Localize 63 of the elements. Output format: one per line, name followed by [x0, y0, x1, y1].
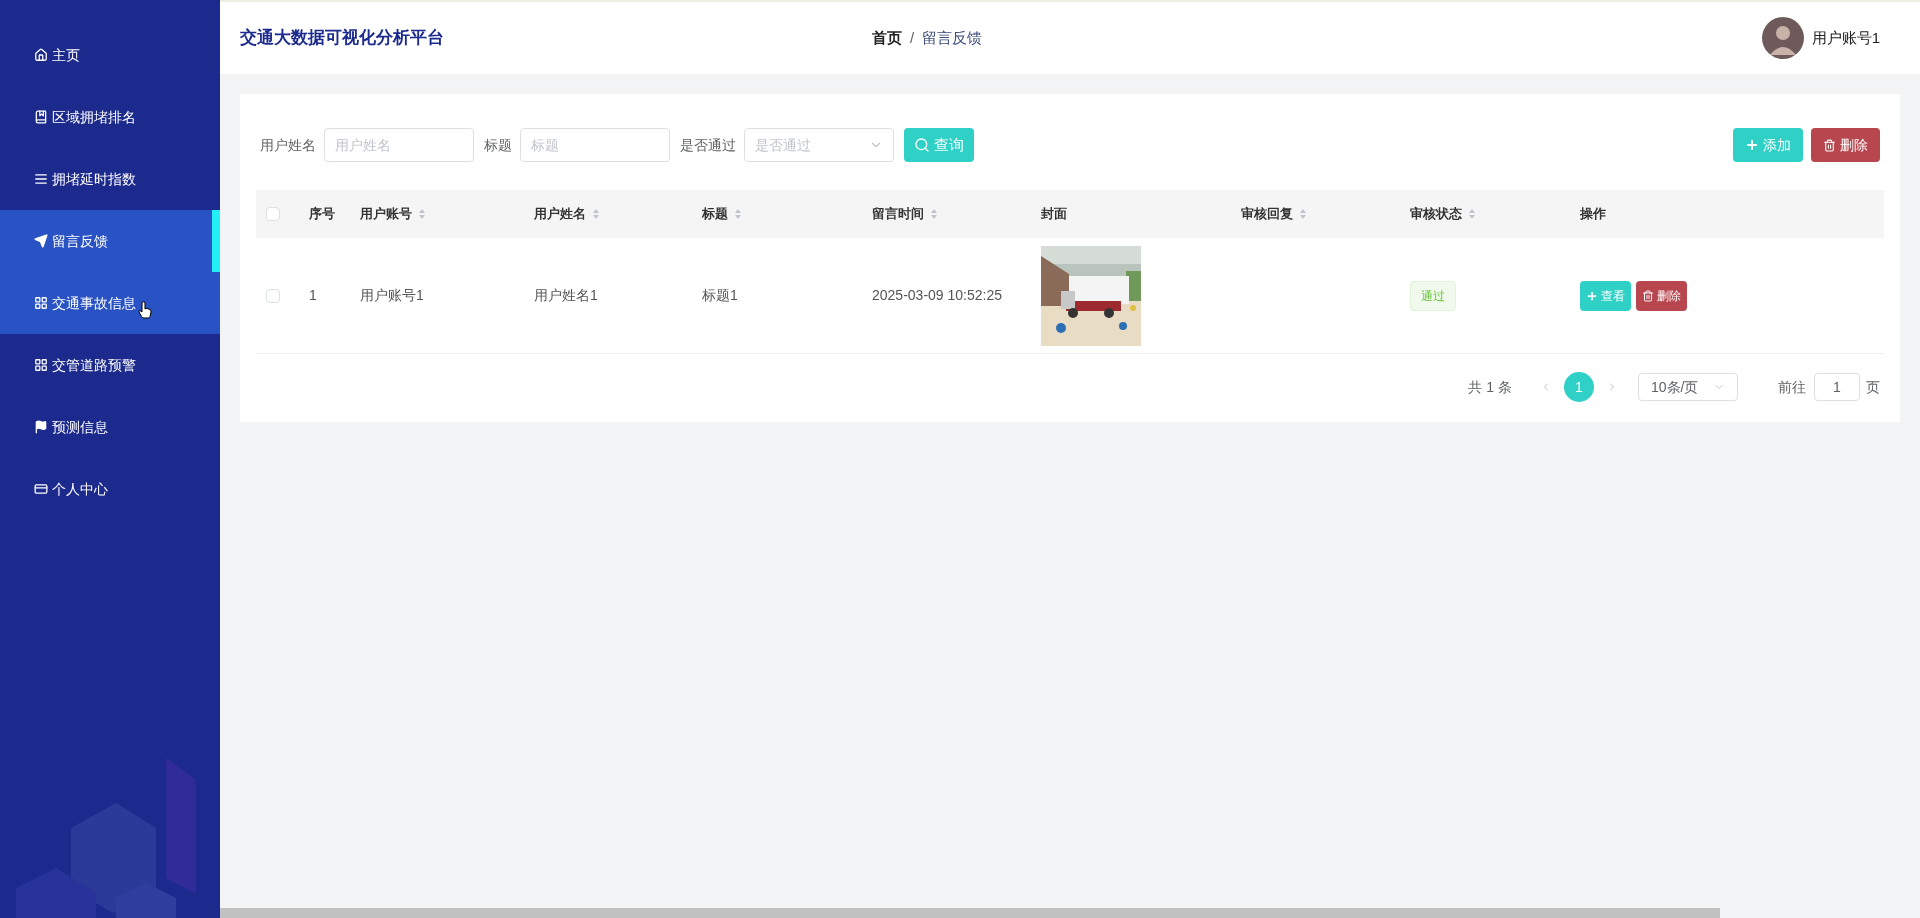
- filter-label: 是否通过: [680, 135, 736, 155]
- checkbox[interactable]: [266, 207, 280, 221]
- menu-item[interactable]: 交通事故信息: [0, 272, 220, 334]
- table-cell: 标题1: [702, 287, 738, 303]
- total-count: 共 1 条: [1468, 377, 1512, 397]
- table-cell: 用户姓名1: [534, 287, 598, 303]
- column-header: 封面: [1041, 205, 1067, 224]
- list-icon: [34, 172, 48, 186]
- column-header: 序号: [309, 205, 335, 224]
- filter-label: 标题: [484, 135, 512, 155]
- flag-icon: [34, 420, 48, 434]
- checkbox[interactable]: [266, 288, 280, 303]
- sort-icon[interactable]: [930, 208, 938, 220]
- input-field[interactable]: 标题: [520, 128, 670, 162]
- filter-label: 用户姓名: [260, 135, 316, 155]
- column-header[interactable]: 标题: [702, 204, 742, 224]
- paper-plane-icon: [34, 234, 48, 248]
- sort-icon[interactable]: [1468, 208, 1476, 220]
- page-size-select[interactable]: 10条/页: [1638, 373, 1738, 401]
- menu-item[interactable]: 预测信息: [0, 396, 220, 458]
- menu-item[interactable]: 区域拥堵排名: [0, 86, 220, 148]
- breadcrumb-item: 留言反馈: [922, 27, 983, 48]
- plus-icon: [1586, 289, 1598, 302]
- breadcrumb-item[interactable]: 首页: [872, 26, 902, 50]
- menu-item[interactable]: 主页: [0, 24, 220, 86]
- page-input[interactable]: 1: [1814, 373, 1860, 401]
- delete-button[interactable]: 删除: [1636, 280, 1687, 311]
- column-header[interactable]: 用户账号: [360, 204, 426, 224]
- goto-suffix: 页: [1866, 377, 1880, 397]
- app-title: 交通大数据可视化分析平台: [240, 27, 445, 50]
- column-header[interactable]: 审核状态: [1410, 204, 1476, 224]
- plus-icon: [1745, 138, 1759, 152]
- table-cell: 1: [309, 287, 317, 303]
- column-header: 操作: [1580, 205, 1606, 224]
- book-icon: [34, 110, 48, 124]
- menu-item[interactable]: 留言反馈: [0, 210, 220, 272]
- card-icon: [34, 482, 48, 496]
- sort-icon[interactable]: [592, 208, 600, 220]
- sort-icon[interactable]: [1299, 208, 1307, 220]
- goto-label: 前往: [1778, 377, 1806, 397]
- grid-icon: [34, 296, 48, 310]
- search-icon: [914, 137, 930, 153]
- delete-button[interactable]: 删除: [1811, 128, 1880, 162]
- avatar[interactable]: [1761, 17, 1804, 59]
- sort-icon[interactable]: [734, 208, 742, 220]
- horizontal-scrollbar[interactable]: [220, 908, 1720, 918]
- column-header[interactable]: 用户姓名: [534, 204, 600, 224]
- table-cell: 用户账号1: [360, 287, 424, 303]
- trash-icon: [1642, 289, 1654, 302]
- sort-icon[interactable]: [418, 208, 426, 220]
- user-name[interactable]: 用户账号1: [1811, 26, 1880, 50]
- input-field[interactable]: 用户姓名: [324, 128, 474, 162]
- column-header[interactable]: 留言时间: [872, 204, 938, 224]
- menu-item[interactable]: 个人中心: [0, 458, 220, 520]
- table-cell: 2025-03-09 10:52:25: [872, 287, 1002, 303]
- trash-icon: [1823, 138, 1836, 152]
- menu-item[interactable]: 交管道路预警: [0, 334, 220, 396]
- menu-item[interactable]: 拥堵延时指数: [0, 148, 220, 210]
- grid-icon: [34, 358, 48, 372]
- breadcrumb-separator: /: [910, 27, 915, 48]
- status-tag: 通过: [1410, 280, 1456, 311]
- house-icon: [34, 48, 48, 62]
- column-header[interactable]: 审核回复: [1241, 204, 1307, 224]
